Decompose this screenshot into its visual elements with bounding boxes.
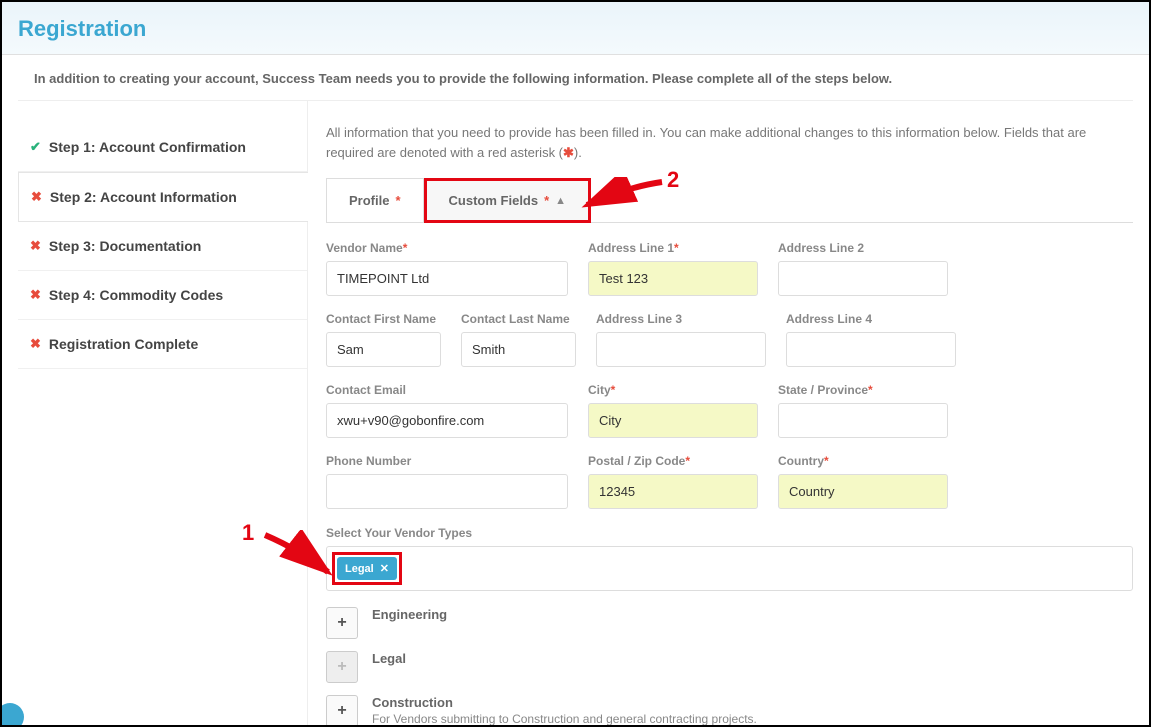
step-label: Step 1: Account Confirmation [49,139,246,155]
contact-last-input[interactable] [461,332,576,367]
field-contact-last: Contact Last Name [461,312,576,367]
postal-input[interactable] [588,474,758,509]
tabs: Profile* Custom Fields* ▲ [326,178,1133,223]
field-vendor-name: Vendor Name* [326,241,568,296]
country-input[interactable] [778,474,948,509]
step-account-confirmation[interactable]: ✔ Step 1: Account Confirmation [18,123,307,172]
address4-input[interactable] [786,332,956,367]
field-address4: Address Line 4 [786,312,956,367]
vendor-types-list: + Engineering + Legal + C [326,601,1133,727]
vendor-types-section: Select Your Vendor Types Legal ✕ + Engin… [326,525,1133,727]
contact-first-input[interactable] [326,332,441,367]
steps-sidebar: ✔ Step 1: Account Confirmation ✖ Step 2:… [18,101,308,727]
vendor-type-tag[interactable]: Legal ✕ [337,557,397,580]
error-circle-icon: ✖ [30,336,41,352]
field-country: Country* [778,454,948,509]
vendor-type-name: Construction [372,695,1133,710]
field-contact-first: Contact First Name [326,312,441,367]
step-commodity-codes[interactable]: ✖ Step 4: Commodity Codes [18,271,307,320]
page-title: Registration [18,16,1133,42]
add-vendor-type-button-disabled: + [326,651,358,683]
step-label: Step 2: Account Information [50,189,237,205]
field-phone: Phone Number [326,454,568,509]
check-circle-icon: ✔ [30,139,41,155]
add-vendor-type-button[interactable]: + [326,607,358,639]
remove-tag-icon[interactable]: ✕ [380,562,389,575]
error-circle-icon: ✖ [30,238,41,254]
field-contact-email: Contact Email [326,383,568,438]
contact-email-input[interactable] [326,403,568,438]
step-account-information[interactable]: ✖ Step 2: Account Information [18,172,308,222]
address3-input[interactable] [596,332,766,367]
field-state: State / Province* [778,383,948,438]
vendor-name-input[interactable] [326,261,568,296]
info-text: All information that you need to provide… [326,123,1133,162]
tab-profile[interactable]: Profile* [326,178,424,222]
phone-input[interactable] [326,474,568,509]
vendor-type-name: Engineering [372,607,1133,622]
main-panel: All information that you need to provide… [308,101,1133,727]
page-subheading: In addition to creating your account, Su… [18,55,1133,101]
field-city: City* [588,383,758,438]
step-documentation[interactable]: ✖ Step 3: Documentation [18,222,307,271]
page-header: Registration [2,2,1149,55]
tab-custom-fields[interactable]: Custom Fields* ▲ [424,178,592,223]
tag-label: Legal [345,563,374,575]
vendor-type-name: Legal [372,651,1133,666]
add-vendor-type-button[interactable]: + [326,695,358,727]
vendor-type-row: + Engineering [326,601,1133,645]
error-circle-icon: ✖ [31,189,42,205]
field-postal: Postal / Zip Code* [588,454,758,509]
step-label: Step 4: Commodity Codes [49,287,223,303]
vendor-type-row: + Legal [326,645,1133,689]
step-label: Registration Complete [49,336,198,352]
tab-label: Custom Fields [449,193,539,208]
address2-input[interactable] [778,261,948,296]
vendor-type-desc: For Vendors submitting to Construction a… [372,712,1133,726]
step-registration-complete[interactable]: ✖ Registration Complete [18,320,307,369]
field-address3: Address Line 3 [596,312,766,367]
field-address1: Address Line 1* [588,241,758,296]
tab-label: Profile [349,193,389,208]
address1-input[interactable] [588,261,758,296]
warning-icon: ▲ [555,195,566,207]
error-circle-icon: ✖ [30,287,41,303]
field-address2: Address Line 2 [778,241,948,296]
vendor-types-label: Select Your Vendor Types [326,526,472,540]
city-input[interactable] [588,403,758,438]
state-input[interactable] [778,403,948,438]
vendor-type-row: + Construction For Vendors submitting to… [326,689,1133,727]
required-asterisk-icon: ✱ [563,145,574,160]
vendor-types-tagbox[interactable]: Legal ✕ [326,546,1133,591]
step-label: Step 3: Documentation [49,238,201,254]
